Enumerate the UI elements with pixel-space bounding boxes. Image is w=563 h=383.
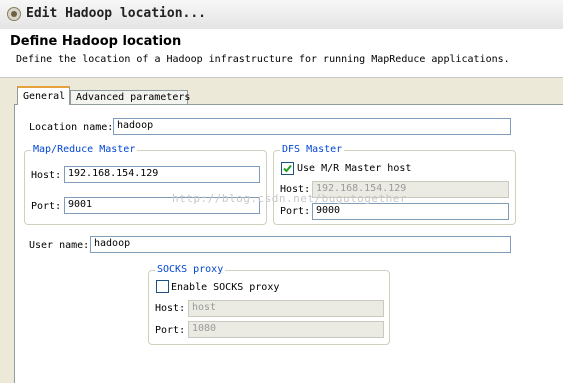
tab-general[interactable]: General [17,86,70,105]
watermark-text: http://blog.csdn.net/bugutogether [172,192,408,205]
dialog-header: Define Hadoop location Define the locati… [0,29,563,78]
location-name-label: Location name: [29,122,114,133]
user-name-label: User name: [29,240,90,251]
mr-host-input[interactable]: 192.168.154.129 [64,166,260,183]
dfs-port-label: Port: [280,206,311,217]
header-title: Define Hadoop location [10,34,182,49]
header-description: Define the location of a Hadoop infrastr… [16,54,510,65]
enable-socks-label[interactable]: Enable SOCKS proxy [171,282,279,293]
mapreduce-master-title: Map/Reduce Master [31,144,138,155]
tab-advanced-parameters[interactable]: Advanced parameters [70,90,190,105]
mr-port-label: Port: [31,201,62,212]
gear-icon [7,7,21,21]
dfs-master-title: DFS Master [280,144,345,155]
user-name-input[interactable]: hadoop [90,236,511,253]
window-titlebar[interactable]: Edit Hadoop location... [0,0,563,30]
socks-port-label: Port: [155,325,186,336]
dfs-port-input[interactable]: 9000 [312,203,509,220]
socks-host-input[interactable]: host [188,300,384,317]
check-icon [283,164,292,173]
use-mr-host-label[interactable]: Use M/R Master host [297,163,411,174]
use-mr-host-checkbox[interactable] [281,162,294,175]
socks-host-label: Host: [155,303,186,314]
mr-host-label: Host: [31,170,62,181]
window-title: Edit Hadoop location... [26,6,207,21]
enable-socks-checkbox[interactable] [156,280,169,293]
socks-proxy-title: SOCKS proxy [155,264,226,275]
location-name-input[interactable]: hadoop [113,118,511,135]
socks-port-input[interactable]: 1080 [188,321,384,338]
